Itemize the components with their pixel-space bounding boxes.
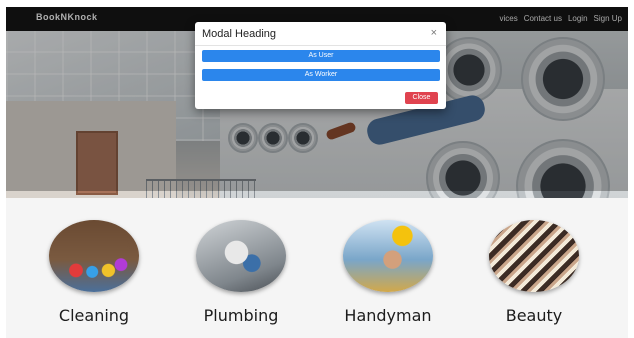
modal-title: Modal Heading (202, 28, 276, 40)
service-label: Handyman (344, 306, 432, 325)
plumbing-image[interactable] (196, 220, 286, 292)
as-worker-button[interactable]: As Worker (202, 69, 440, 81)
modal-header: Modal Heading × (195, 22, 446, 46)
beauty-image[interactable] (489, 220, 579, 292)
service-label: Beauty (505, 306, 563, 325)
service-handyman[interactable]: Handyman (338, 220, 438, 325)
cleaning-image[interactable] (49, 220, 139, 292)
service-label: Cleaning (58, 306, 130, 325)
service-label: Plumbing (203, 306, 279, 325)
role-modal: Modal Heading × As User As Worker Close (195, 22, 446, 109)
close-button[interactable]: Close (405, 92, 438, 104)
handyman-image[interactable] (343, 220, 433, 292)
service-beauty[interactable]: Beauty (484, 220, 584, 325)
services-section: Cleaning Plumbing Handyman Beauty (6, 198, 628, 338)
service-plumbing[interactable]: Plumbing (191, 220, 291, 325)
close-icon[interactable]: × (431, 27, 437, 39)
as-user-button[interactable]: As User (202, 50, 440, 62)
service-cleaning[interactable]: Cleaning (44, 220, 144, 325)
